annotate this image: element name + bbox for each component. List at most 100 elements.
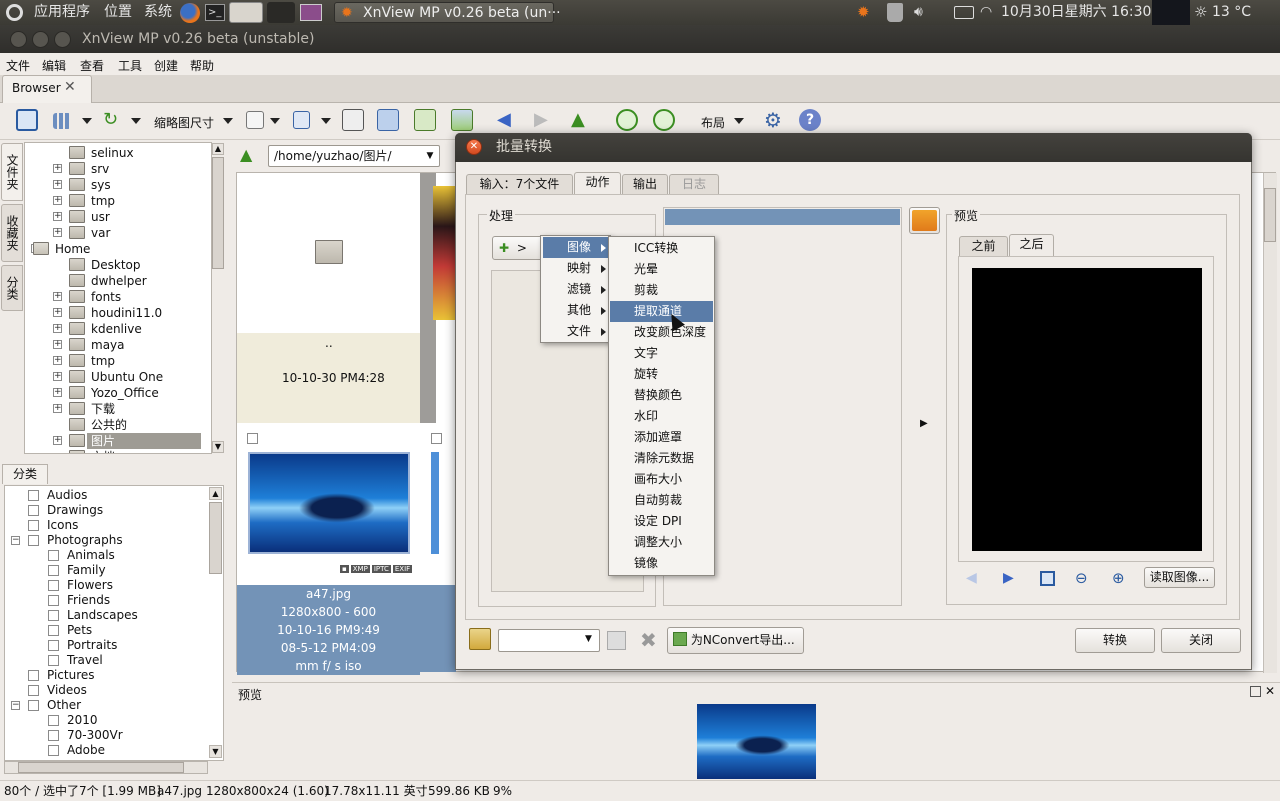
media-icon[interactable]	[300, 4, 322, 21]
convert-button[interactable]: 转换	[1075, 628, 1155, 653]
menu-item-image-action[interactable]: 改变颜色深度	[610, 322, 713, 343]
menu-item-image-action[interactable]: ICC转换	[610, 238, 713, 259]
menu-item-image-action[interactable]: 添加遮罩	[610, 427, 713, 448]
system-menu[interactable]: 系统	[144, 0, 172, 25]
tree-expand-icon[interactable]: +	[53, 388, 62, 397]
parent-folder-icon[interactable]: ▲	[240, 146, 252, 164]
category-scroll-up[interactable]: ▲	[209, 487, 222, 500]
menu-item-category[interactable]: 滤镜	[543, 279, 608, 300]
window-close-button[interactable]	[10, 31, 27, 48]
category-checkbox[interactable]	[28, 490, 39, 501]
tree-expand-icon[interactable]: +	[53, 180, 62, 189]
layout-button[interactable]: 布局	[701, 114, 725, 131]
category-checkbox[interactable]	[48, 625, 59, 636]
category-checkbox[interactable]	[28, 685, 39, 696]
ubuntu-logo-icon[interactable]	[6, 4, 23, 21]
category-checkbox[interactable]	[48, 655, 59, 666]
tab-close-icon[interactable]: ✕	[64, 79, 76, 95]
tree-expand-icon[interactable]: +	[53, 324, 62, 333]
tree-item[interactable]: −Home	[25, 241, 211, 257]
tree-item[interactable]: + fonts	[25, 289, 211, 305]
thumb-size-button[interactable]: 缩略图尺寸	[154, 114, 214, 131]
menu-item-image-action[interactable]: 提取通道	[610, 301, 713, 322]
keyboard-icon[interactable]	[954, 6, 974, 19]
category-checkbox[interactable]	[28, 535, 39, 546]
tree-item[interactable]: + tmp	[25, 193, 211, 209]
tree-item[interactable]: + Yozo_Office	[25, 385, 211, 401]
expand-right-icon[interactable]: ▶	[920, 418, 928, 429]
tab-output[interactable]: 输出	[622, 174, 668, 194]
nav-dropdown-icon[interactable]	[131, 118, 141, 124]
read-image-button[interactable]: 读取图像...	[1144, 567, 1215, 588]
tree-expand-icon[interactable]: +	[53, 164, 62, 173]
menu-item-image-action[interactable]: 调整大小	[610, 532, 713, 553]
folder-tree[interactable]: selinux + srv + sys + tmp + usr + var−HomeDesktop d…	[24, 142, 212, 454]
menu-item-image-action[interactable]: 剪裁	[610, 280, 713, 301]
refresh-nav-icon[interactable]: ↻	[103, 109, 125, 131]
rotate-right-icon[interactable]	[653, 109, 675, 131]
menu-item-image-action[interactable]: 文字	[610, 343, 713, 364]
batch-convert-icon[interactable]	[451, 109, 473, 131]
thumb-checkbox-2[interactable]	[431, 433, 442, 444]
menu-item-image-action[interactable]: 光晕	[610, 259, 713, 280]
menu-item-image-action[interactable]: 镜像	[610, 553, 713, 574]
tree-item[interactable]: + usr	[25, 209, 211, 225]
tab-log[interactable]: 日志	[669, 174, 719, 194]
folder-tree-icon[interactable]	[342, 109, 364, 131]
menu-item-image-action[interactable]: 旋转	[610, 364, 713, 385]
tree-item[interactable]: 公共的	[25, 417, 211, 433]
menu-item-category[interactable]: 文件	[543, 321, 608, 342]
category-expand-icon[interactable]: −	[11, 536, 20, 545]
category-checkbox[interactable]	[28, 520, 39, 531]
clock[interactable]: 10月30日星期六 16:30	[1001, 0, 1151, 25]
view-dropdown-icon[interactable]	[82, 118, 92, 124]
menu-item-image-action[interactable]: 画布大小	[610, 469, 713, 490]
close-button[interactable]: 关闭	[1161, 628, 1241, 653]
tree-item[interactable]: + maya	[25, 337, 211, 353]
tree-expand-icon[interactable]: +	[53, 292, 62, 301]
menu-help[interactable]: 帮助	[190, 57, 214, 74]
layout-dropdown-icon[interactable]	[734, 118, 744, 124]
weather-icon[interactable]: ✹	[857, 3, 870, 21]
add-action-button[interactable]: ✚ >	[492, 236, 544, 260]
category-checkbox[interactable]	[48, 595, 59, 606]
tree-expand-icon[interactable]: +	[53, 308, 62, 317]
category-checkbox[interactable]	[48, 580, 59, 591]
menu-item-image-action[interactable]: 设定 DPI	[610, 511, 713, 532]
path-input[interactable]: /home/yuzhao/图片/	[268, 145, 440, 167]
tree-item[interactable]: + srv	[25, 161, 211, 177]
tree-expand-icon[interactable]: +	[53, 196, 62, 205]
image-thumbnail-a47[interactable]	[248, 452, 410, 554]
category-expand-icon[interactable]: −	[11, 701, 20, 710]
path-dropdown-button[interactable]: ▼	[420, 146, 440, 166]
window-minimize-button[interactable]	[32, 31, 49, 48]
folder-tree-scroll-thumb[interactable]	[212, 157, 224, 269]
script-select-dropdown-icon[interactable]: ▼	[585, 634, 592, 644]
fullscreen-icon[interactable]	[16, 109, 38, 131]
tree-item[interactable]: + houdini11.0	[25, 305, 211, 321]
tab-before[interactable]: 之前	[959, 236, 1008, 256]
delete-script-icon[interactable]: ✖	[640, 628, 657, 652]
camera-icon[interactable]	[377, 109, 399, 131]
settings-gear-icon[interactable]: ⚙	[762, 109, 784, 131]
tree-expand-icon[interactable]: +	[53, 404, 62, 413]
dialog-titlebar[interactable]: ✕ 批量转换	[455, 133, 1252, 162]
tree-expand-icon[interactable]: +	[53, 356, 62, 365]
sort-dropdown-icon[interactable]	[270, 118, 280, 124]
category-scroll-thumb[interactable]	[209, 502, 222, 574]
bookmark-dropdown-icon[interactable]	[321, 118, 331, 124]
menu-view[interactable]: 查看	[80, 57, 104, 74]
category-checkbox[interactable]	[48, 730, 59, 741]
tab-actions[interactable]: 动作	[574, 172, 621, 195]
browser-scroll-thumb[interactable]	[1264, 188, 1276, 242]
user-avatar[interactable]	[1152, 0, 1190, 25]
terminal-icon[interactable]: >_	[205, 4, 225, 21]
preview-float-icon[interactable]	[1250, 686, 1261, 697]
menu-file[interactable]: 文件	[6, 57, 30, 74]
tree-item[interactable]: + kdenlive	[25, 321, 211, 337]
tree-item[interactable]: + var	[25, 225, 211, 241]
sort-icon[interactable]	[246, 111, 264, 129]
dialog-close-icon[interactable]: ✕	[466, 139, 482, 155]
image-thumbnail-2[interactable]	[431, 452, 439, 554]
tree-item[interactable]: 文档	[25, 449, 211, 453]
